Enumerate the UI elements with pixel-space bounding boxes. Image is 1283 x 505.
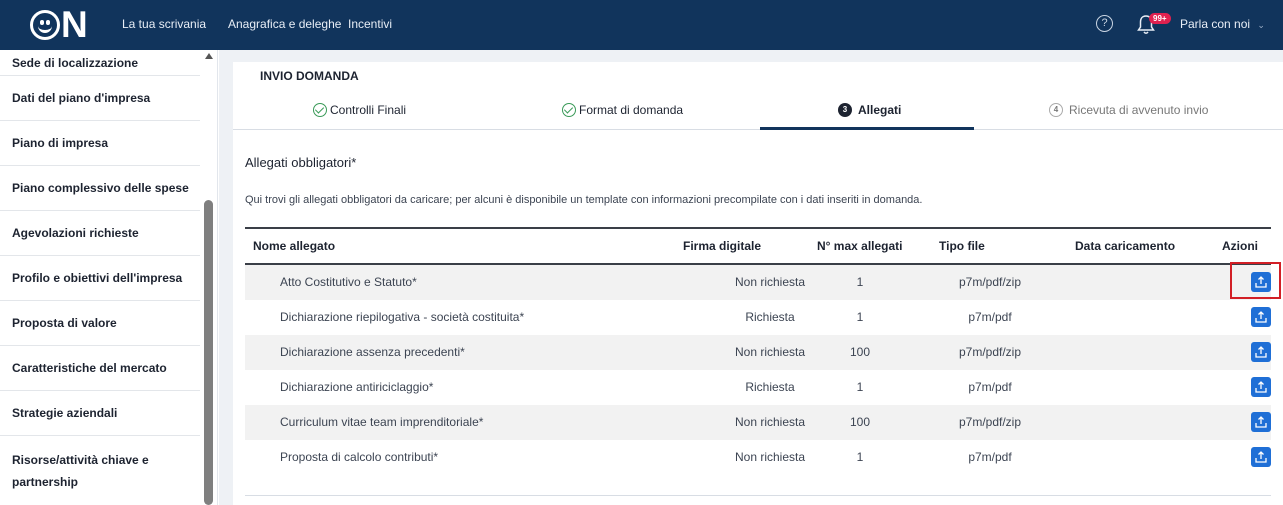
- cell-name: Dichiarazione assenza precedenti*: [280, 345, 465, 359]
- col-header-nome: Nome allegato: [253, 239, 336, 253]
- upload-icon: [1255, 311, 1267, 323]
- table-row: Dichiarazione antiriciclaggio* Richiesta…: [245, 370, 1271, 405]
- scroll-up-arrow-icon[interactable]: [205, 53, 213, 59]
- upload-button[interactable]: [1251, 447, 1271, 467]
- step-controlli-finali[interactable]: Controlli Finali: [313, 103, 406, 117]
- check-circle-icon: [562, 103, 576, 117]
- cell-type: p7m/pdf: [968, 310, 1012, 324]
- sidebar-item-caratteristiche-mercato[interactable]: Caratteristiche del mercato: [0, 346, 200, 391]
- col-header-tipo: Tipo file: [939, 239, 985, 253]
- sidebar-item-dati-piano-impresa[interactable]: Dati del piano d'impresa: [0, 76, 200, 121]
- col-header-max: N° max allegati: [817, 239, 903, 253]
- sidebar: Sede di localizzazione Dati del piano d'…: [0, 50, 218, 505]
- scrollbar-thumb[interactable]: [204, 200, 213, 505]
- sidebar-item-piano-spese[interactable]: Piano complessivo delle spese: [0, 166, 200, 211]
- section-description: Qui trovi gli allegati obbligatori da ca…: [245, 194, 923, 206]
- cell-max: 1: [856, 380, 864, 394]
- active-step-indicator: [760, 127, 974, 130]
- step-number-icon: 3: [838, 103, 852, 117]
- sidebar-item-sede-localizzazione[interactable]: Sede di localizzazione: [0, 50, 200, 76]
- cell-name: Dichiarazione riepilogativa - società co…: [280, 310, 525, 324]
- upload-icon: [1255, 416, 1267, 428]
- nav-anagrafica-deleghe[interactable]: Anagrafica e deleghe: [228, 17, 341, 31]
- step-format-domanda[interactable]: Format di domanda: [562, 103, 683, 117]
- upload-button[interactable]: [1251, 307, 1271, 327]
- upload-icon: [1255, 346, 1267, 358]
- cell-type: p7m/pdf/zip: [958, 345, 1022, 359]
- cell-name: Proposta di calcolo contributi*: [280, 450, 439, 464]
- upload-icon: [1255, 381, 1267, 393]
- notification-badge: 99+: [1149, 13, 1171, 24]
- cell-name: Atto Costitutivo e Statuto*: [280, 275, 417, 289]
- cell-type: p7m/pdf: [968, 380, 1012, 394]
- smile-logo-icon: [30, 10, 60, 40]
- highlight-box: [1230, 262, 1281, 299]
- table-row: Curriculum vitae team imprenditoriale* N…: [245, 405, 1271, 440]
- sidebar-item-strategie-aziendali[interactable]: Strategie aziendali: [0, 391, 200, 436]
- col-header-firma: Firma digitale: [683, 239, 762, 253]
- app-logo[interactable]: N: [30, 4, 88, 45]
- nav-incentivi[interactable]: Incentivi: [348, 17, 392, 31]
- cell-max: 100: [849, 345, 871, 359]
- cell-max: 1: [856, 275, 864, 289]
- sidebar-item-piano-impresa[interactable]: Piano di impresa: [0, 121, 200, 166]
- sidebar-item-agevolazioni[interactable]: Agevolazioni richieste: [0, 211, 200, 256]
- sidebar-item-proposta-valore[interactable]: Proposta di valore: [0, 301, 200, 346]
- table-row: Proposta di calcolo contributi* Non rich…: [245, 440, 1271, 475]
- table-top-border: [245, 227, 1271, 229]
- upload-icon: [1255, 451, 1267, 463]
- upload-button[interactable]: [1251, 412, 1271, 432]
- logo-letter: N: [61, 4, 88, 45]
- cell-max: 1: [856, 310, 864, 324]
- step-ricevuta-invio[interactable]: 4 Ricevuta di avvenuto invio: [1049, 103, 1208, 117]
- page-title: INVIO DOMANDA: [260, 69, 359, 83]
- step-number-icon: 4: [1049, 103, 1063, 117]
- col-header-data: Data caricamento: [1075, 239, 1176, 253]
- nav-la-tua-scrivania[interactable]: La tua scrivania: [122, 17, 206, 31]
- cell-max: 100: [849, 415, 871, 429]
- step-label: Controlli Finali: [330, 103, 407, 117]
- step-label: Ricevuta di avvenuto invio: [1069, 103, 1209, 117]
- upload-button[interactable]: [1251, 377, 1271, 397]
- stepper-divider: [233, 129, 1283, 130]
- table-row: Dichiarazione riepilogativa - società co…: [245, 300, 1271, 335]
- cell-type: p7m/pdf/zip: [958, 415, 1022, 429]
- col-header-azioni: Azioni: [1222, 239, 1258, 253]
- cell-max: 1: [856, 450, 864, 464]
- top-navigation-bar: N La tua scrivania Anagrafica e deleghe …: [0, 0, 1283, 50]
- chevron-down-icon: ⌄: [1257, 20, 1265, 30]
- sidebar-item-profilo-obiettivi[interactable]: Profilo e obiettivi dell'impresa: [0, 256, 200, 301]
- step-label: Allegati: [858, 103, 902, 117]
- help-icon[interactable]: ?: [1096, 15, 1113, 32]
- talk-with-us-label: Parla con noi: [1180, 17, 1251, 31]
- step-allegati[interactable]: 3 Allegati: [838, 103, 901, 117]
- cell-type: p7m/pdf/zip: [958, 275, 1022, 289]
- section-title: Allegati obbligatori*: [245, 155, 357, 170]
- cell-type: p7m/pdf: [968, 450, 1012, 464]
- table-row: Dichiarazione assenza precedenti* Non ri…: [245, 335, 1271, 370]
- cell-name: Dichiarazione antiriciclaggio*: [280, 380, 434, 394]
- sidebar-item-risorse-attivita[interactable]: Risorse/attività chiave e partnership: [0, 436, 190, 505]
- check-circle-icon: [313, 103, 327, 117]
- step-label: Format di domanda: [579, 103, 684, 117]
- cell-name: Curriculum vitae team imprenditoriale*: [280, 415, 484, 429]
- table-row: Atto Costitutivo e Statuto* Non richiest…: [245, 265, 1271, 300]
- upload-button[interactable]: [1251, 342, 1271, 362]
- talk-with-us-menu[interactable]: Parla con noi ⌄: [1180, 17, 1265, 31]
- table-bottom-border: [245, 495, 1271, 496]
